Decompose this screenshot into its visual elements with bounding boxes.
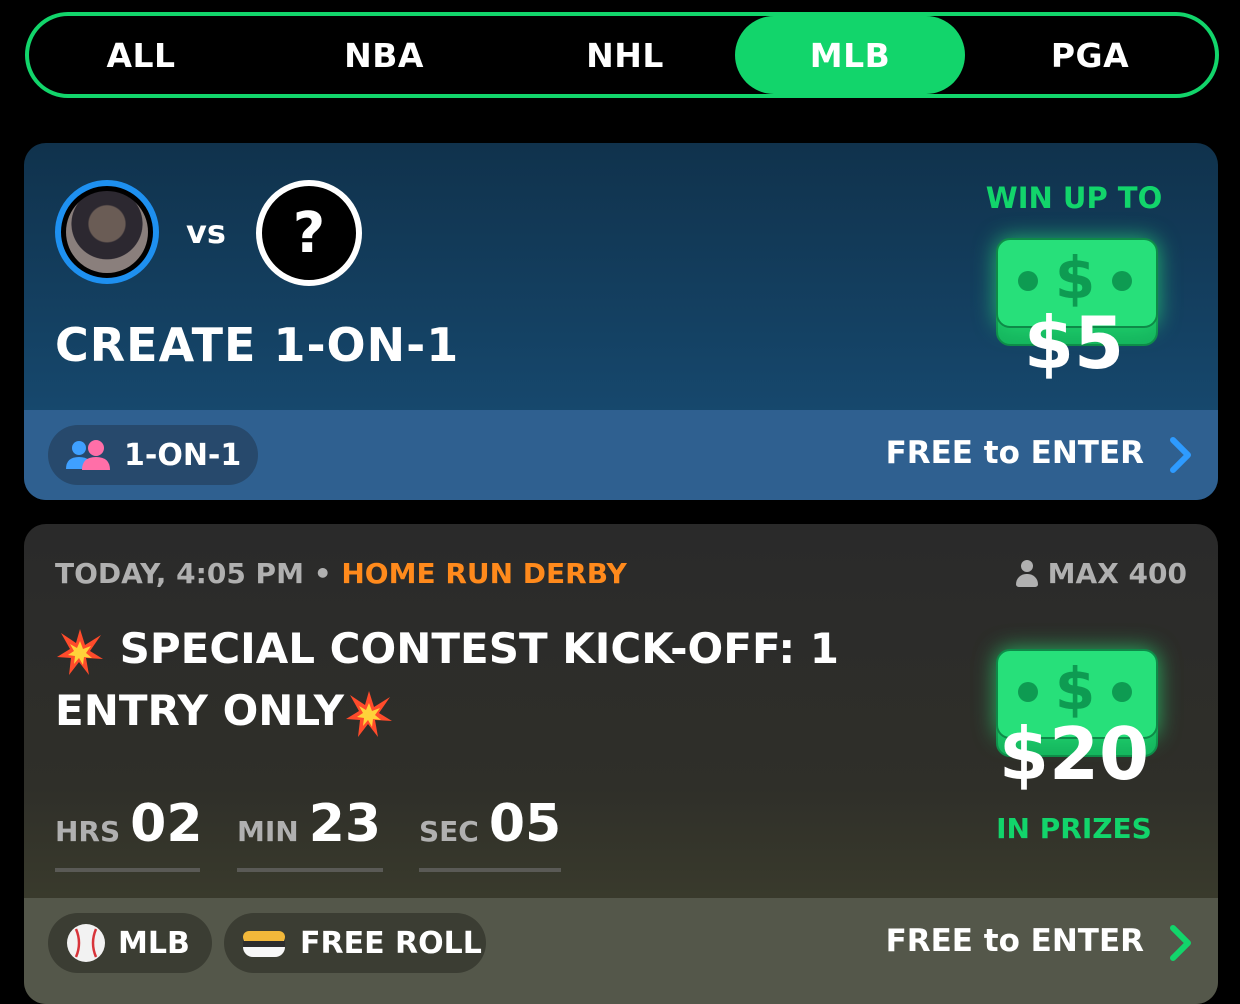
contest-title-line2: ENTRY ONLY [55,686,345,735]
card-footer: 1-ON-1 FREE to ENTER [24,410,1218,500]
tab-mlb[interactable]: MLB [735,16,965,94]
league-tabs: ALL NBA NHL MLB PGA [25,12,1219,98]
contest-card[interactable]: TODAY, 4:05 PM • HOME RUN DERBY MAX 400 … [24,524,1218,1004]
chevron-right-icon[interactable] [1169,437,1193,473]
chip-free-roll-label: FREE ROLL [300,925,482,961]
timer-unit-seconds: SEC [419,815,479,848]
vs-label: vs [186,213,226,251]
timer-seconds: SEC 05 [419,794,561,872]
card-footer: MLB FREE ROLL FREE to ENTER [24,898,1218,1004]
in-prizes-label: IN PRIZES [996,812,1152,845]
create-title: CREATE 1-ON-1 [55,318,460,372]
contest-title: SPECIAL CONTEST KICK-OFF: 1 ENTRY ONLY [55,618,875,742]
timer-unit-minutes: MIN [237,815,299,848]
meta-separator: • [313,557,332,590]
opponent-unknown-icon: ? [256,180,362,286]
timer-hours: HRS 02 [55,794,203,872]
contest-title-line1: SPECIAL CONTEST KICK-OFF: 1 [119,624,839,673]
contest-time: TODAY, 4:05 PM [55,557,304,590]
max-entries: MAX 400 [1015,557,1187,590]
timer-value-hours: 02 [130,794,203,854]
chip-1on1-label: 1-ON-1 [124,437,242,473]
tab-pga[interactable]: PGA [965,16,1215,94]
win-up-to-label: WIN UP TO [985,181,1163,215]
chevron-right-icon[interactable] [1169,925,1193,961]
chip-1on1: 1-ON-1 [48,425,258,485]
contest-meta: TODAY, 4:05 PM • HOME RUN DERBY [55,557,627,590]
chip-league: MLB [48,913,212,973]
tab-nba[interactable]: NBA [253,16,515,94]
chip-free-roll: FREE ROLL [224,913,486,973]
free-to-enter[interactable]: FREE to ENTER [886,435,1144,471]
collision-icon [346,690,393,737]
tab-nhl[interactable]: NHL [515,16,735,94]
person-icon [1015,559,1038,588]
prize-amount: $5 [1023,301,1125,385]
users-icon [66,440,110,470]
collision-icon [57,628,103,675]
user-avatar [55,180,159,284]
sushi-roll-icon [243,931,285,957]
create-1on1-card[interactable]: vs ? CREATE 1-ON-1 WIN UP TO $ $5 1-ON-1… [24,143,1218,500]
tab-all[interactable]: ALL [29,16,253,94]
timer-minutes: MIN 23 [237,794,383,872]
timer-value-minutes: 23 [308,794,382,854]
timer-unit-hours: HRS [55,815,121,848]
baseball-icon [67,924,105,962]
avatar-photo [66,191,148,273]
prize-amount: $20 [998,712,1150,796]
timer-value-seconds: 05 [488,794,562,854]
free-to-enter[interactable]: FREE to ENTER [886,923,1144,959]
contest-type: HOME RUN DERBY [341,557,627,590]
max-entries-label: MAX 400 [1047,557,1187,590]
chip-league-label: MLB [118,925,190,961]
